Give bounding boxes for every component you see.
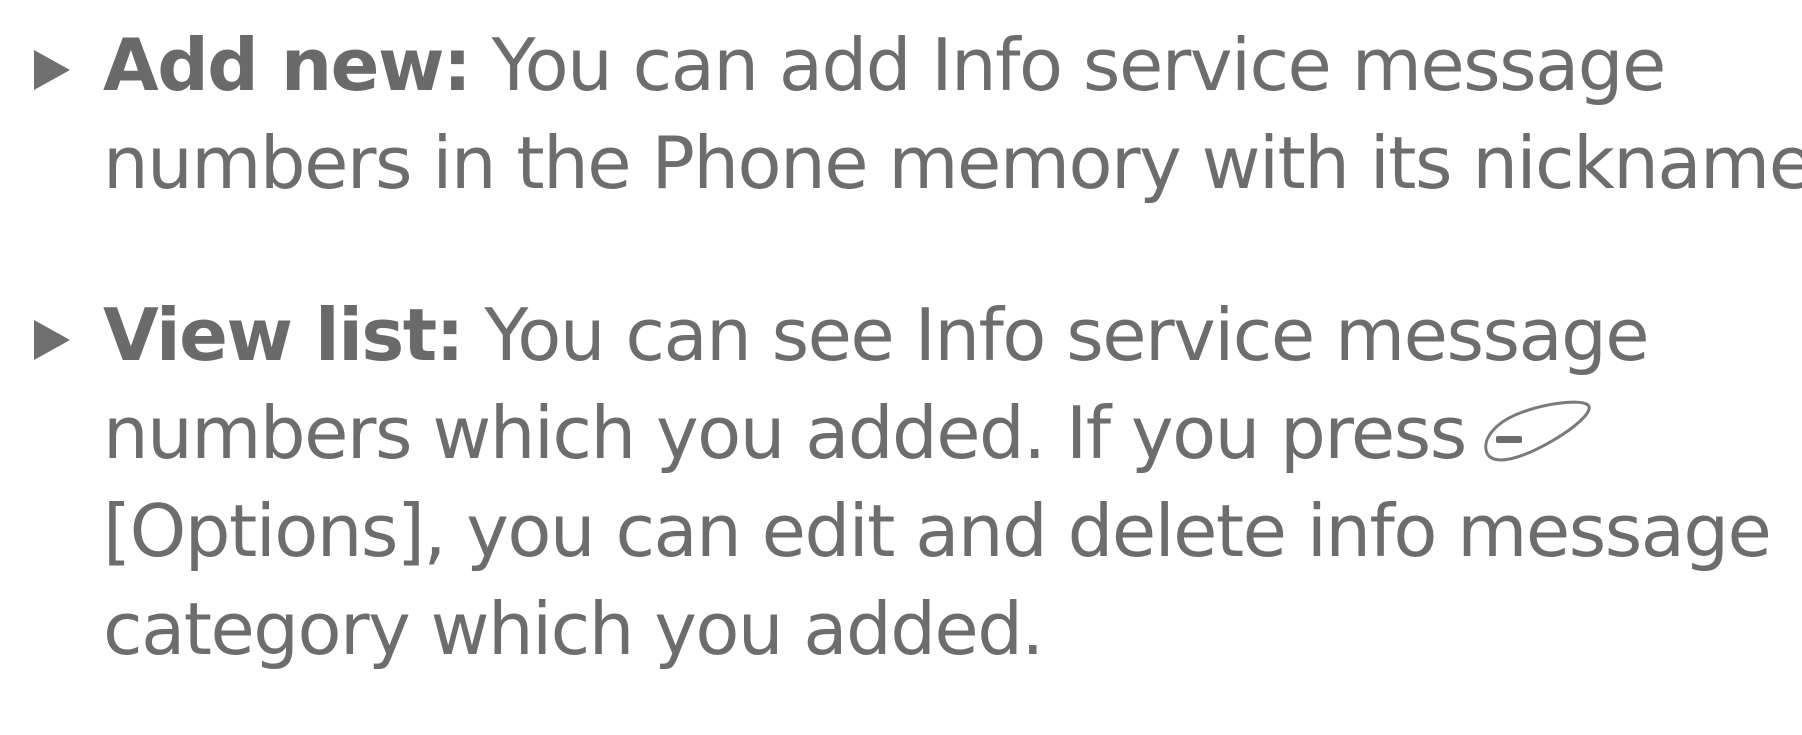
item-term: Add new: xyxy=(103,23,472,107)
item-line: View list: You can see Info service mess… xyxy=(103,286,1793,384)
item-line: numbers which you added. If you press xyxy=(103,384,1793,482)
item-description: You can add Info service message xyxy=(470,23,1667,107)
item-line: [Options], you can edit and delete info … xyxy=(103,489,1772,573)
item-description: You can see Info service message xyxy=(462,293,1649,377)
item-text: Add new: You can add Info service messag… xyxy=(103,16,1802,212)
item-line: Add new: You can add Info service messag… xyxy=(103,16,1793,114)
bullet-arrow-icon xyxy=(34,320,70,360)
manual-page: Add new: You can add Info service messag… xyxy=(0,0,1802,735)
item-text: View list: You can see Info service mess… xyxy=(103,286,1793,678)
left-soft-key-icon xyxy=(1476,397,1594,471)
item-term: View list: xyxy=(103,293,464,377)
item-line: numbers in the Phone memory with its nic… xyxy=(103,121,1802,205)
list-item-view-list: View list: You can see Info service mess… xyxy=(0,286,1802,678)
item-description: numbers which you added. If you press xyxy=(103,391,1467,475)
bullet-arrow-icon xyxy=(34,50,70,90)
item-line: category which you added. xyxy=(103,587,1044,671)
list-item-add-new: Add new: You can add Info service messag… xyxy=(0,16,1802,212)
